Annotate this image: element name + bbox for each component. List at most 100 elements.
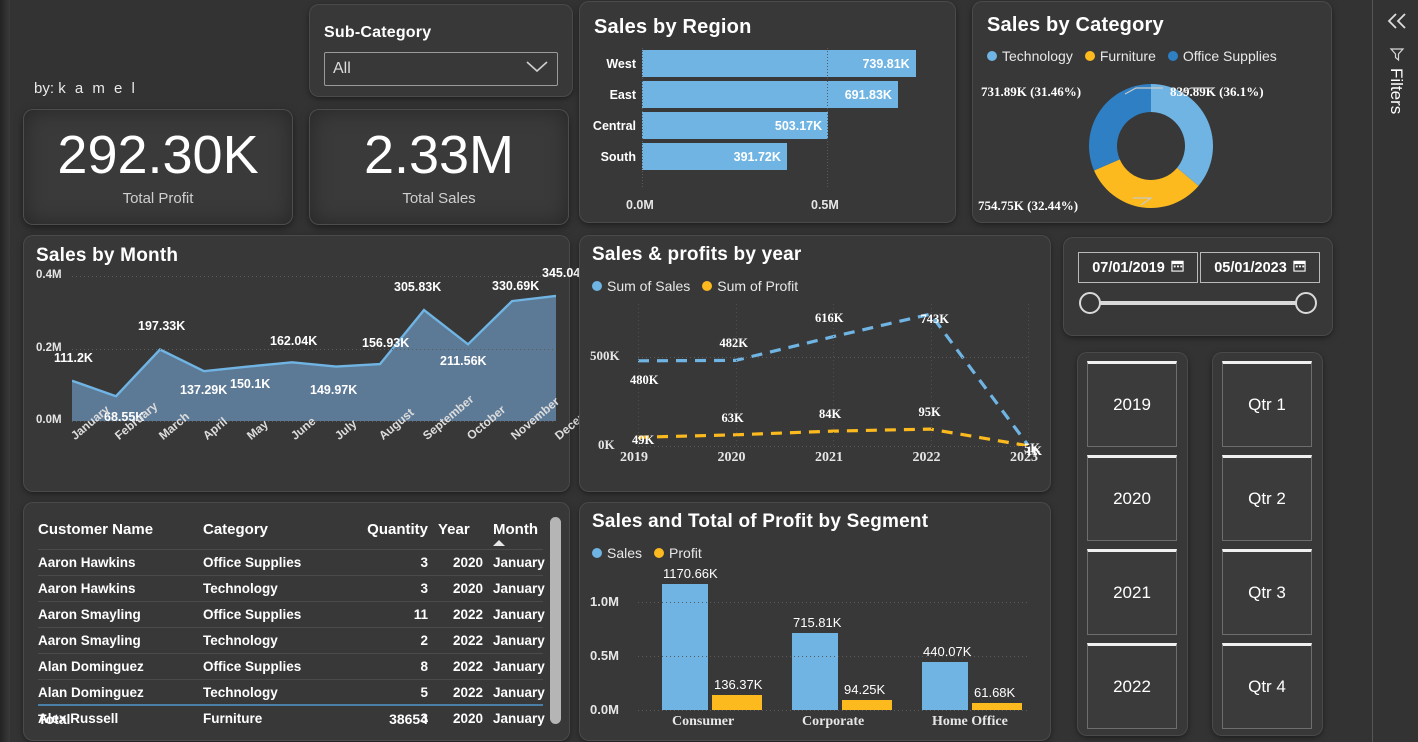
- table-total-cell: [438, 704, 493, 732]
- table-total-cell: 38654: [348, 704, 438, 732]
- month-y-tick: 0.4M: [36, 269, 62, 281]
- donut-slice-office-supplies[interactable]: [1089, 84, 1151, 171]
- year-x-tick: 2019: [620, 450, 648, 465]
- year-gridline: [638, 446, 1028, 447]
- table-cell: 11: [348, 601, 438, 628]
- quarter-tile-qtr-1[interactable]: Qtr 1: [1222, 361, 1312, 447]
- table-cell: January: [493, 679, 545, 706]
- subcategory-dropdown[interactable]: All: [324, 52, 558, 86]
- month-y-tick: 0.0M: [36, 414, 62, 426]
- filters-label[interactable]: Filters: [1386, 68, 1406, 114]
- date-range-handle-end[interactable]: [1295, 292, 1317, 314]
- table-cell: Aaron Smayling: [38, 627, 203, 654]
- year-x-tick: 2022: [912, 450, 941, 465]
- table-row[interactable]: Aaron Smayling Technology 2 2022 January: [38, 627, 545, 654]
- chevron-double-left-icon[interactable]: [1386, 10, 1408, 36]
- table-cell: Office Supplies: [203, 601, 348, 628]
- table-row[interactable]: Aaron Hawkins Technology 3 2020 January: [38, 575, 545, 602]
- year-x-tick: 2021: [815, 450, 843, 465]
- segment-bar-profit[interactable]: [842, 699, 892, 710]
- segment-x-tick: Consumer: [672, 714, 735, 729]
- legend-label: Furniture: [1099, 48, 1156, 64]
- legend-label: Office Supplies: [1182, 48, 1277, 64]
- table-cell: Office Supplies: [203, 653, 348, 680]
- calendar-icon: [1293, 259, 1306, 276]
- quarter-tile-qtr-3[interactable]: Qtr 3: [1222, 549, 1312, 635]
- region-bar[interactable]: 391.72K: [642, 143, 787, 170]
- date-range-slicer: 07/01/2019 05/01/2023: [1064, 238, 1332, 335]
- segment-x-tick: Home Office: [932, 714, 1008, 729]
- table-row[interactable]: Alan Dominguez Office Supplies 8 2022 Januar…: [38, 653, 545, 680]
- table-header-customer-name[interactable]: Customer Name: [38, 511, 203, 550]
- region-bar[interactable]: 691.83K: [642, 81, 898, 108]
- table: Customer Name Category Quantity Year Month A…: [38, 511, 545, 731]
- segment-bar-profit[interactable]: [712, 695, 762, 710]
- quarter-tile-qtr-4[interactable]: Qtr 4: [1222, 643, 1312, 729]
- date-end-field[interactable]: 05/01/2023: [1200, 252, 1320, 283]
- region-category-label: East: [609, 87, 636, 102]
- quarter-tile-qtr-2[interactable]: Qtr 2: [1222, 455, 1312, 541]
- table-header-quantity[interactable]: Quantity: [348, 511, 438, 550]
- legend-item-furniture[interactable]: Furniture: [1084, 48, 1156, 64]
- table-scrollbar[interactable]: [550, 517, 561, 724]
- year-tile-2021[interactable]: 2021: [1087, 549, 1177, 635]
- segment-bar-sales[interactable]: [922, 662, 968, 710]
- table-cell: January: [493, 549, 545, 576]
- month-data-label: 162.04K: [270, 334, 318, 349]
- region-bar-row[interactable]: East 691.83K: [610, 81, 898, 108]
- table-header-category[interactable]: Category: [203, 511, 348, 550]
- month-data-label: 137.29K: [180, 383, 228, 398]
- year-tile-2020[interactable]: 2020: [1087, 455, 1177, 541]
- table-row[interactable]: Aaron Smayling Office Supplies 11 2022 Janua…: [38, 601, 545, 628]
- year-tile-2019[interactable]: 2019: [1087, 361, 1177, 447]
- year-y-tick: 500K: [590, 348, 620, 364]
- segment-bar-sales[interactable]: [792, 632, 838, 710]
- table-cell: 3: [348, 549, 438, 576]
- table-cell: January: [493, 575, 545, 602]
- date-start-field[interactable]: 07/01/2019: [1078, 252, 1198, 283]
- legend-swatch: [702, 281, 713, 291]
- month-data-label: 305.83K: [394, 280, 442, 295]
- segment-bar-profit[interactable]: [972, 703, 1022, 710]
- year-profit-label: 95K: [918, 405, 941, 420]
- month-gridline: [72, 348, 556, 350]
- table-row[interactable]: Aaron Hawkins Office Supplies 3 2020 January: [38, 549, 545, 576]
- legend-item-sum-of-sales[interactable]: Sum of Sales: [592, 278, 690, 294]
- funnel-icon[interactable]: [1389, 46, 1405, 67]
- subcategory-label: Sub-Category: [324, 24, 432, 41]
- region-x-tick: 0.0M: [626, 198, 654, 212]
- region-bar-value: 691.83K: [844, 87, 892, 102]
- year-profit-label: 84K: [819, 407, 842, 422]
- region-category-label: South: [600, 149, 636, 164]
- region-bar-row[interactable]: West 739.81K: [606, 50, 916, 77]
- table-cell: 2020: [438, 575, 493, 602]
- date-range-handle-start[interactable]: [1079, 292, 1101, 314]
- date-range-track[interactable]: [1079, 292, 1317, 314]
- legend-item-profit[interactable]: Profit: [654, 545, 702, 561]
- legend-item-sales[interactable]: Sales: [592, 545, 642, 561]
- table-header-month[interactable]: Month: [493, 511, 543, 550]
- region-bar-row[interactable]: Central 503.17K: [593, 112, 829, 139]
- segment-plot-area: [638, 575, 1028, 710]
- region-bar[interactable]: 739.81K: [642, 50, 916, 77]
- region-bar[interactable]: 503.17K: [642, 112, 829, 139]
- legend-item-sum-of-profit[interactable]: Sum of Profit: [702, 278, 798, 294]
- year-sales-label: 743K: [920, 312, 949, 327]
- table-header-year[interactable]: Year: [438, 511, 493, 550]
- donut-data-label: 754.75K (32.44%): [978, 198, 1079, 213]
- segment-legend: Sales Profit: [592, 545, 702, 561]
- legend-item-office-supplies[interactable]: Office Supplies: [1167, 48, 1277, 64]
- table-total: Total 38654: [38, 704, 543, 732]
- category-legend: Technology Furniture Office Supplies: [987, 48, 1277, 64]
- year-profit-label: 63K: [721, 410, 744, 425]
- chart-title: Sales and Total of Profit by Segment: [592, 511, 929, 532]
- sales-profit-by-segment-chart: Sales and Total of Profit by Segment Sal…: [580, 503, 1050, 740]
- legend-item-technology[interactable]: Technology: [987, 48, 1073, 64]
- kpi-label: Total Profit: [122, 189, 194, 207]
- year-tile-2022[interactable]: 2022: [1087, 643, 1177, 729]
- table-cell: Aaron Smayling: [38, 601, 203, 628]
- table-cell: Office Supplies: [203, 549, 348, 576]
- region-bar-row[interactable]: South 391.72K: [601, 143, 787, 170]
- legend-label: Sum of Profit: [717, 278, 799, 294]
- table-row[interactable]: Alan Dominguez Technology 5 2022 January: [38, 679, 545, 706]
